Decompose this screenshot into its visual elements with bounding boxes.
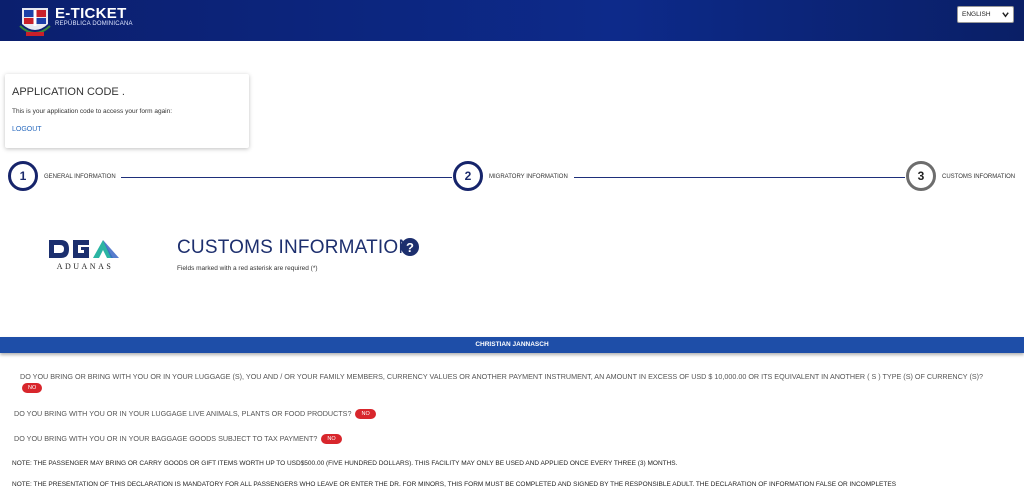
help-icon[interactable]: ? — [401, 238, 419, 256]
application-code-description: This is your application code to access … — [12, 108, 173, 115]
question-taxable-goods: DO YOU BRING WITH YOU OR IN YOUR BAGGAGE… — [14, 433, 994, 445]
answer-no-toggle[interactable]: NO — [22, 383, 43, 394]
language-value: ENGLISH — [962, 11, 991, 18]
logout-link[interactable]: LOGOUT — [12, 126, 42, 133]
question-currency: DO YOU BRING OR BRING WITH YOU OR IN YOU… — [20, 371, 1000, 394]
question-text: DO YOU BRING WITH YOU OR IN YOUR LUGGAGE… — [14, 409, 352, 418]
passenger-name-bar[interactable]: CHRISTIAN JANNASCH — [0, 337, 1024, 353]
step-connector-1 — [121, 177, 452, 178]
dga-logo-text: ADUANAS — [57, 262, 114, 271]
step-2-label: MIGRATORY INFORMATION — [489, 174, 568, 180]
question-text: DO YOU BRING WITH YOU OR IN YOUR BAGGAGE… — [14, 434, 318, 443]
dga-aduanas-logo: ADUANAS — [49, 240, 119, 271]
progress-stepper: 1 GENERAL INFORMATION 2 MIGRATORY INFORM… — [0, 158, 1024, 194]
answer-no-toggle[interactable]: NO — [355, 409, 376, 420]
top-navbar: E-TICKET REPÚBLICA DOMINICANA ENGLISH — [0, 0, 1024, 41]
step-1-circle[interactable]: 1 — [8, 161, 38, 191]
note-gift-items: NOTE: THE PASSENGER MAY BRING OR CARRY G… — [12, 460, 678, 467]
required-fields-note: Fields marked with a red asterisk are re… — [177, 265, 318, 272]
language-select[interactable]: ENGLISH — [957, 6, 1014, 23]
coat-of-arms-logo — [19, 8, 51, 36]
chevron-down-icon — [1002, 12, 1009, 18]
step-3-label: CUSTOMS INFORMATION — [942, 174, 1016, 180]
brand-subtitle: REPÚBLICA DOMINICANA — [55, 21, 133, 27]
application-code-card: APPLICATION CODE . This is your applicat… — [5, 74, 249, 148]
brand-title: E-TICKET — [55, 5, 127, 22]
step-2-circle[interactable]: 2 — [453, 161, 483, 191]
question-animals-plants: DO YOU BRING WITH YOU OR IN YOUR LUGGAGE… — [14, 408, 994, 420]
section-title: CUSTOMS INFORMATION — [177, 237, 413, 258]
step-connector-2 — [574, 177, 905, 178]
question-text: DO YOU BRING OR BRING WITH YOU OR IN YOU… — [20, 372, 984, 381]
application-code-title: APPLICATION CODE . — [12, 86, 125, 98]
step-1-label: GENERAL INFORMATION — [44, 174, 116, 180]
note-mandatory-declaration: NOTE: THE PRESENTATION OF THIS DECLARATI… — [12, 481, 897, 488]
step-3-circle[interactable]: 3 — [906, 161, 936, 191]
answer-no-toggle[interactable]: NO — [321, 434, 342, 445]
